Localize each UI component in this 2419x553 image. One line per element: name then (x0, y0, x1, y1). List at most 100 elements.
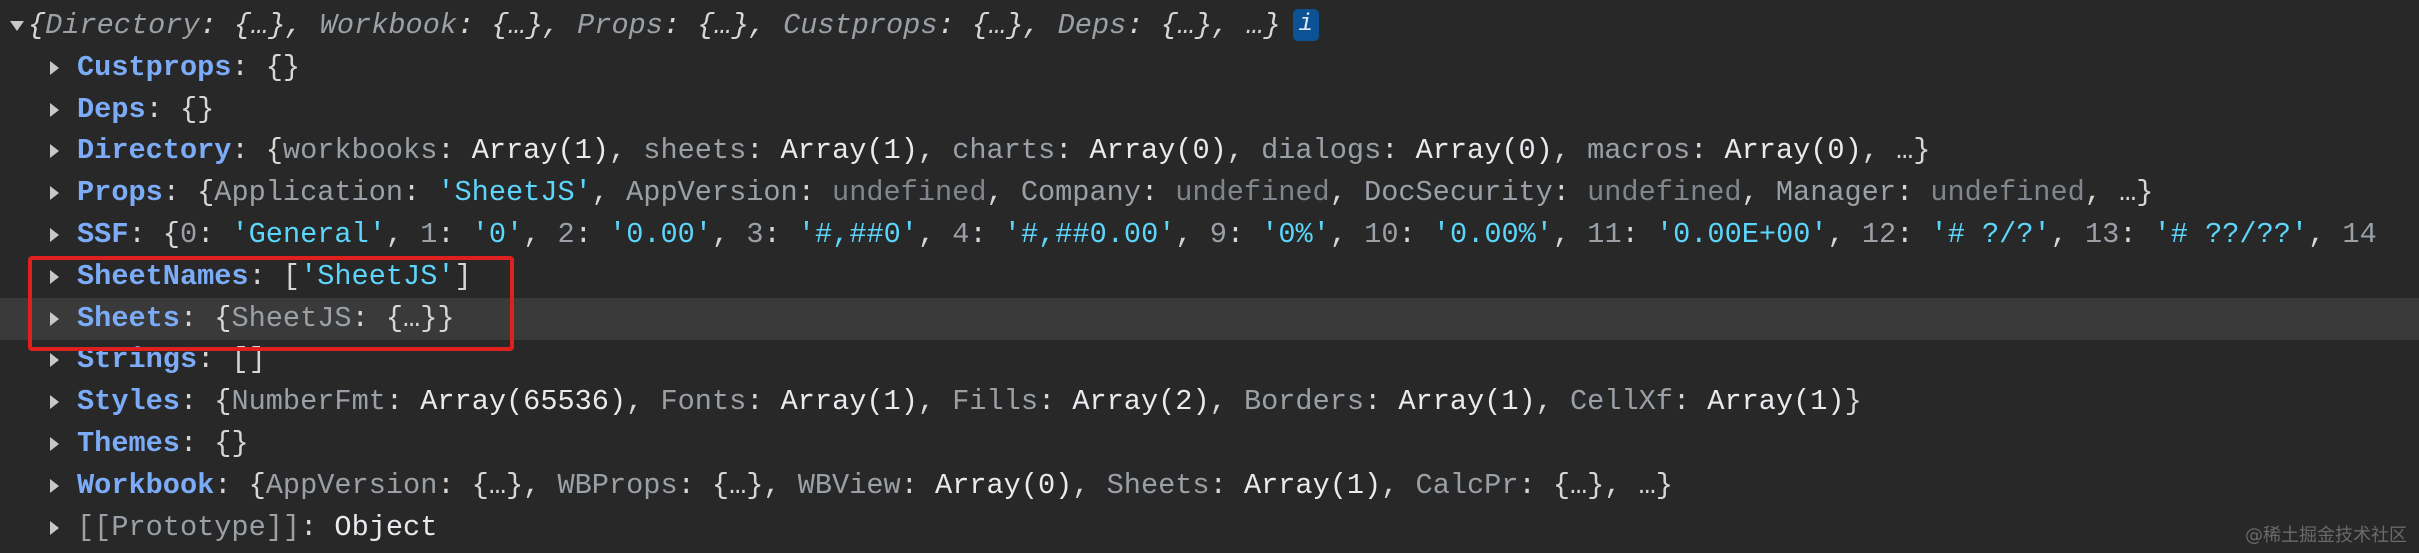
value-token: : { (179, 301, 232, 335)
value-token: undefined (832, 176, 987, 210)
value-token: undefined (1587, 176, 1742, 210)
value-token: , (1209, 385, 1244, 419)
value-token: sheets (643, 134, 747, 168)
value-token: Array(1) (780, 134, 918, 168)
value-token: : {} (179, 427, 249, 460)
preview-token: : {…}, (199, 9, 320, 42)
collapse-triangle-icon[interactable] (43, 47, 65, 89)
value-token: workbooks (282, 134, 438, 168)
value-token: , (1072, 468, 1107, 502)
collapse-triangle-icon[interactable] (43, 89, 65, 131)
value-token: '#,##0.00' (1003, 218, 1176, 251)
value-token: : (1038, 385, 1073, 419)
value-token: : (1896, 176, 1931, 210)
value-token: , (1381, 468, 1416, 502)
value-token: Array(1) (1398, 385, 1536, 419)
value-token: : (1226, 218, 1262, 251)
collapse-triangle-icon[interactable] (43, 339, 65, 381)
property-key: Custprops (77, 50, 232, 84)
value-token: : (437, 218, 472, 251)
value-token: 10 (1364, 218, 1399, 251)
value-token: : { (162, 176, 215, 210)
value-token: Object (334, 510, 438, 544)
value-token: macros (1587, 134, 1691, 168)
value-token: AppVersion (265, 468, 438, 502)
property-key: Directory (77, 134, 232, 168)
value-token: : (437, 134, 472, 168)
collapse-triangle-icon[interactable] (43, 507, 65, 549)
value-token: : (2119, 218, 2154, 251)
watermark: @稀土掘金技术社区 (2245, 525, 2407, 546)
value-token: 3 (746, 218, 764, 251)
value-token: : [] (197, 343, 266, 377)
value-token: : (763, 218, 798, 251)
value-token: CalcPr (1415, 468, 1519, 502)
value-token: : (1055, 134, 1090, 168)
value-token: 'SheetJS' (437, 176, 592, 210)
value-token: Manager (1775, 176, 1896, 210)
value-token: ] (454, 259, 472, 293)
value-token: : { (179, 385, 232, 419)
value-token: 'General' (231, 218, 386, 251)
collapse-triangle-icon[interactable] (43, 256, 65, 298)
property-key: Workbook (77, 468, 215, 502)
value-token: , (986, 176, 1021, 210)
property-row-props[interactable]: Props: {Application: 'SheetJS', AppVersi… (0, 172, 2419, 214)
value-token: : (969, 218, 1004, 251)
value-token: undefined (1930, 176, 2085, 210)
value-token: CellXf (1570, 385, 1673, 419)
value-token: 4 (952, 218, 970, 251)
value-token: , (2050, 218, 2085, 251)
value-token: , …} (2084, 176, 2154, 210)
value-token: , (523, 218, 558, 251)
value-token: : (385, 385, 421, 419)
collapse-triangle-icon[interactable] (43, 214, 65, 256)
property-row-workbook[interactable]: Workbook: {AppVersion: {…}, WBProps: {…}… (0, 465, 2419, 507)
value-token: : {} (231, 50, 301, 84)
value-token: 1 (420, 218, 438, 251)
value-token: 11 (1587, 218, 1622, 251)
value-token: Array(65536) (420, 385, 627, 419)
collapse-triangle-icon[interactable] (43, 423, 65, 465)
preview-token: : {…}, …} (1126, 9, 1281, 42)
property-row-prototype[interactable]: [[Prototype]]: Object (0, 507, 2419, 549)
value-token: , (626, 385, 661, 419)
value-token: , (1535, 385, 1570, 419)
property-row-deps[interactable]: Deps: {} (0, 89, 2419, 131)
info-icon[interactable]: i (1292, 9, 1319, 42)
preview-token: { (28, 9, 46, 42)
value-token: Array(0) (935, 468, 1073, 502)
expand-triangle-icon[interactable] (6, 5, 28, 47)
value-token: , (2308, 218, 2343, 251)
value-token: undefined (1175, 176, 1330, 210)
value-token: , (1552, 134, 1588, 168)
property-row-ssf[interactable]: SSF: {0: 'General', 1: '0', 2: '0.00', 3… (0, 214, 2419, 256)
value-token: : {…}, (677, 468, 798, 502)
value-token: dialogs (1261, 134, 1382, 168)
collapse-triangle-icon[interactable] (43, 298, 65, 340)
property-row-sheetnames[interactable]: SheetNames: ['SheetJS'] (0, 256, 2419, 298)
collapse-triangle-icon[interactable] (43, 130, 65, 172)
preview-token: : {…}, (662, 9, 784, 42)
value-token: , (1827, 218, 1862, 251)
value-token: : (1381, 134, 1416, 168)
value-token: '#,##0' (797, 218, 918, 251)
property-row-directory[interactable]: Directory: {workbooks: Array(1), sheets:… (0, 130, 2419, 172)
property-row-themes[interactable]: Themes: {} (0, 423, 2419, 465)
property-key: SSF (77, 218, 129, 251)
value-token: Array(1) (1243, 468, 1382, 502)
property-row-sheets[interactable]: Sheets: {SheetJS: {…}} (0, 297, 2419, 340)
value-token: : (403, 176, 438, 210)
root-object-row[interactable]: {Directory: {…}, Workbook: {…}, Props: {… (0, 5, 2419, 47)
collapse-triangle-icon[interactable] (43, 381, 65, 423)
property-row-custprops[interactable]: Custprops: {} (0, 47, 2419, 89)
property-row-strings[interactable]: Strings: [] (0, 339, 2419, 381)
value-token: : (797, 176, 833, 210)
value-token: AppVersion (626, 176, 798, 210)
value-token: Fonts (660, 385, 747, 419)
collapse-triangle-icon[interactable] (43, 172, 65, 214)
value-token: : {…}, (437, 468, 558, 502)
value-token: Array(1) (471, 134, 609, 168)
property-row-styles[interactable]: Styles: {NumberFmt: Array(65536), Fonts:… (0, 381, 2419, 423)
collapse-triangle-icon[interactable] (43, 465, 65, 507)
